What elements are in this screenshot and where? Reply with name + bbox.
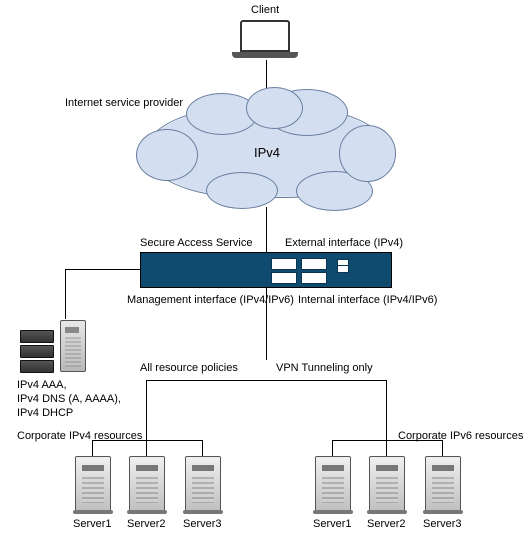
link-right-fan-v2 bbox=[386, 440, 387, 456]
link-cloud-appliance bbox=[266, 207, 267, 252]
ipv6-server-1-icon bbox=[315, 456, 351, 512]
ipv4-server-1-icon bbox=[75, 456, 111, 512]
client-laptop-icon bbox=[227, 20, 303, 60]
ipv6-server-1-label: Server1 bbox=[313, 518, 352, 530]
internal-if-label: Internal interface (IPv4/IPv6) bbox=[298, 294, 437, 306]
ipv4-server-2-label: Server2 bbox=[127, 518, 166, 530]
ipv4-server-3-icon bbox=[185, 456, 221, 512]
link-mgmt-v bbox=[65, 269, 66, 319]
link-split-h bbox=[146, 380, 386, 381]
cloud-label: IPv4 bbox=[146, 107, 388, 197]
link-left-fan-v3 bbox=[202, 440, 203, 456]
link-left-fan-h bbox=[92, 440, 202, 441]
link-mgmt-h bbox=[65, 269, 140, 270]
mgmt-equipment-icon bbox=[20, 318, 95, 368]
appliance-title: Secure Access Service bbox=[140, 237, 253, 249]
link-right-branch-v bbox=[386, 380, 387, 440]
client-label: Client bbox=[251, 4, 279, 16]
link-internal-trunk bbox=[266, 288, 267, 360]
link-left-fan-v2 bbox=[146, 440, 147, 456]
internet-cloud-icon: IPv4 bbox=[145, 106, 389, 198]
ipv4-server-3-label: Server3 bbox=[183, 518, 222, 530]
ipv6-server-3-icon bbox=[425, 456, 461, 512]
link-right-fan-h bbox=[332, 440, 442, 441]
link-right-fan-v3 bbox=[442, 440, 443, 456]
mgmt-if-label: Management interface (IPv4/IPv6) bbox=[127, 294, 294, 306]
ipv4-server-2-icon bbox=[129, 456, 165, 512]
link-left-fan-v1 bbox=[92, 440, 93, 456]
link-right-fan-v1 bbox=[332, 440, 333, 456]
branch-right-label: VPN Tunneling only bbox=[276, 362, 373, 374]
external-if-label: External interface (IPv4) bbox=[285, 237, 403, 249]
ipv4-server-1-label: Server1 bbox=[73, 518, 112, 530]
ipv6-server-3-label: Server3 bbox=[423, 518, 462, 530]
mgmt-services-label: IPv4 AAA, IPv4 DNS (A, AAAA), IPv4 DHCP bbox=[17, 378, 121, 420]
link-left-branch-v bbox=[146, 380, 147, 440]
secure-access-appliance-icon bbox=[140, 252, 392, 288]
ipv6-server-2-label: Server2 bbox=[367, 518, 406, 530]
ipv6-server-2-icon bbox=[369, 456, 405, 512]
branch-left-label: All resource policies bbox=[140, 362, 238, 374]
